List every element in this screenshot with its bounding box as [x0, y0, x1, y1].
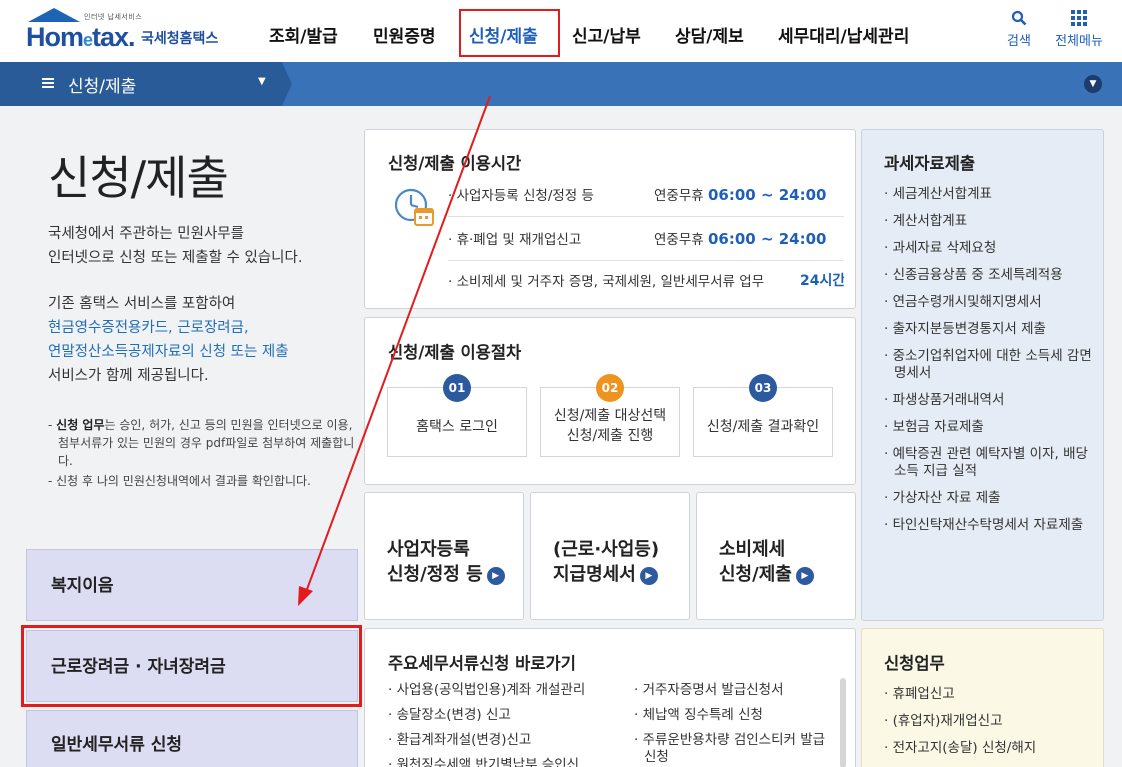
page-title: 신청/제출	[48, 151, 229, 205]
quick-consumption-tax[interactable]: 소비제세 신청/제출 ▶	[696, 492, 856, 620]
docs-link[interactable]: · 환급계좌개설(변경)신고	[388, 732, 620, 749]
apply-link[interactable]: · 전자고지(송달) 신청/해지	[884, 740, 1094, 757]
hometax-logo[interactable]: 인터넷 납세서비스 Hometax. 국세청홈택스	[26, 8, 236, 54]
services-link-2[interactable]: 연말정산소득공제자료의 신청 또는 제출	[48, 340, 348, 364]
quick-payment-statement[interactable]: (근로·사업등) 지급명세서 ▶	[530, 492, 690, 620]
hours-row: · 휴·폐업 및 재개업신고 연중무휴 06:00 ~ 24:00	[448, 230, 827, 248]
nav-welfare[interactable]: 복지이음	[26, 549, 358, 621]
hours-row: · 소비제세 및 거주자 증명, 국제세원, 일반세무서류 업무 24시간	[448, 273, 844, 290]
tax-data-link[interactable]: · 출자지분등변경통지서 제출	[884, 321, 1094, 338]
sub-navigation-bar: 신청/제출 ▼ ▼	[0, 62, 1122, 106]
docs-link[interactable]: · 주류운반용차량 검인스티커 발급신청	[634, 732, 830, 766]
tax-data-link[interactable]: · 중소기업취업자에 대한 소득세 감면명세서	[884, 348, 1094, 382]
docs-scrollbar[interactable]	[840, 678, 846, 767]
apply-list: · 휴폐업신고 · (휴업자)재개업신고 · 전자고지(송달) 신청/해지	[884, 686, 1094, 767]
docs-link[interactable]: · 원천징수세액 반기별납부 승인신	[388, 757, 620, 767]
note-item: - 신청 업무는 승인, 허가, 신고 등의 민원을 인터넷으로 이용, 첨부서…	[48, 418, 355, 468]
services-link-1[interactable]: 현금영수증전용카드, 근로장려금,	[48, 316, 348, 340]
apply-link[interactable]: · (휴업자)재개업신고	[884, 713, 1094, 730]
tax-data-link[interactable]: · 신종금융상품 중 조세특례적용	[884, 267, 1094, 284]
docs-title: 주요세무서류신청 바로가기	[388, 654, 576, 673]
nav-tax-agent[interactable]: 세무대리/납세관리	[778, 22, 909, 47]
logo-roof-icon	[28, 8, 80, 22]
docs-link[interactable]: · 거주자증명서 발급신청서	[634, 682, 830, 699]
nav-consult[interactable]: 상담/제보	[675, 22, 744, 47]
subbar-section[interactable]: 신청/제출 ▼	[0, 62, 282, 106]
intro-text: 국세청에서 주관하는 민원사무를 인터넷으로 신청 또는 제출할 수 있습니다.	[48, 226, 303, 266]
tax-data-link[interactable]: · 타인신탁재산수탁명세서 자료제출	[884, 517, 1094, 534]
subbar-title: 신청/제출	[68, 77, 137, 97]
grid-icon	[1050, 10, 1108, 30]
intro-services: 기존 홈택스 서비스를 포함하여 현금영수증전용카드, 근로장려금, 연말정산소…	[48, 292, 348, 388]
arrow-right-icon: ▶	[639, 567, 658, 585]
row-divider	[448, 260, 844, 261]
all-menu-button[interactable]: 전체메뉴	[1050, 10, 1108, 49]
step-number-badge: 02	[596, 374, 624, 402]
docs-link[interactable]: · 사업용(공익법인용)계좌 개설관리	[388, 682, 620, 699]
caret-down-icon: ▼	[258, 76, 266, 87]
tax-data-link[interactable]: · 가상자산 자료 제출	[884, 490, 1094, 507]
apply-title: 신청업무	[884, 654, 945, 673]
nav-report-pay[interactable]: 신고/납부	[572, 22, 641, 47]
docs-list-right: · 거주자증명서 발급신청서 · 체납액 징수특례 신청 · 주류운반용차량 검…	[634, 682, 830, 767]
header: 인터넷 납세서비스 Hometax. 국세청홈택스 조회/발급 민원증명 신청/…	[0, 0, 1122, 62]
logo-subtitle: 인터넷 납세서비스	[84, 13, 143, 21]
highlight-box-earned-income	[21, 625, 362, 707]
logo-wordmark: Hometax.	[26, 22, 136, 52]
arrow-right-icon: ▶	[795, 567, 814, 585]
expand-icon[interactable]: ▼	[1084, 75, 1102, 93]
tax-data-link[interactable]: · 보험금 자료제출	[884, 419, 1094, 436]
note-item: - 신청 후 나의 민원신청내역에서 결과를 확인합니다.	[48, 474, 311, 488]
docs-list-left: · 사업용(공익법인용)계좌 개설관리 · 송달장소(변경) 신고 · 환급계좌…	[388, 682, 620, 767]
row-divider	[448, 216, 844, 217]
quick-business-registration[interactable]: 사업자등록 신청/정정 등 ▶	[364, 492, 524, 620]
search-button[interactable]: 검색	[1002, 10, 1036, 49]
nav-general-tax-docs[interactable]: 일반세무서류 신청	[26, 710, 358, 767]
clock-calendar-icon	[394, 188, 434, 226]
nav-inquiry[interactable]: 조회/발급	[269, 22, 338, 47]
subbar-arrow-shape	[282, 62, 292, 106]
docs-link[interactable]: · 송달장소(변경) 신고	[388, 707, 620, 724]
nav-certificate[interactable]: 민원증명	[373, 22, 436, 47]
tax-data-link[interactable]: · 세금계산서합계표	[884, 186, 1094, 203]
tax-data-link[interactable]: · 과세자료 삭제요청	[884, 240, 1094, 257]
procedure-title: 신청/제출 이용절차	[388, 343, 522, 362]
search-icon	[1002, 10, 1036, 30]
tax-data-title: 과세자료제출	[884, 154, 976, 173]
apply-link[interactable]: · 휴폐업신고	[884, 686, 1094, 703]
step-number-badge: 01	[443, 374, 471, 402]
docs-link[interactable]: · 체납액 징수특례 신청	[634, 707, 830, 724]
tax-data-link[interactable]: · 연금수령개시및해지명세서	[884, 294, 1094, 311]
step-number-badge: 03	[749, 374, 777, 402]
notes-list: - 신청 업무는 승인, 허가, 신고 등의 민원을 인터넷으로 이용, 첨부서…	[48, 416, 356, 492]
arrow-right-icon: ▶	[486, 567, 505, 585]
hours-title: 신청/제출 이용시간	[388, 154, 522, 173]
tax-data-link[interactable]: · 파생상품거래내역서	[884, 392, 1094, 409]
menu-icon	[42, 74, 54, 93]
logo-korean: 국세청홈택스	[141, 31, 219, 47]
highlight-box-nav	[459, 9, 560, 57]
tax-data-list: · 세금계산서합계표 · 계산서합계표 · 과세자료 삭제요청 · 신종금융상품…	[884, 186, 1094, 544]
hours-row: · 사업자등록 신청/정정 등 연중무휴 06:00 ~ 24:00	[448, 186, 827, 204]
tax-data-link[interactable]: · 계산서합계표	[884, 213, 1094, 230]
tax-data-link[interactable]: · 예탁증권 관련 예탁자별 이자, 배당소득 지급 실적	[884, 446, 1094, 480]
